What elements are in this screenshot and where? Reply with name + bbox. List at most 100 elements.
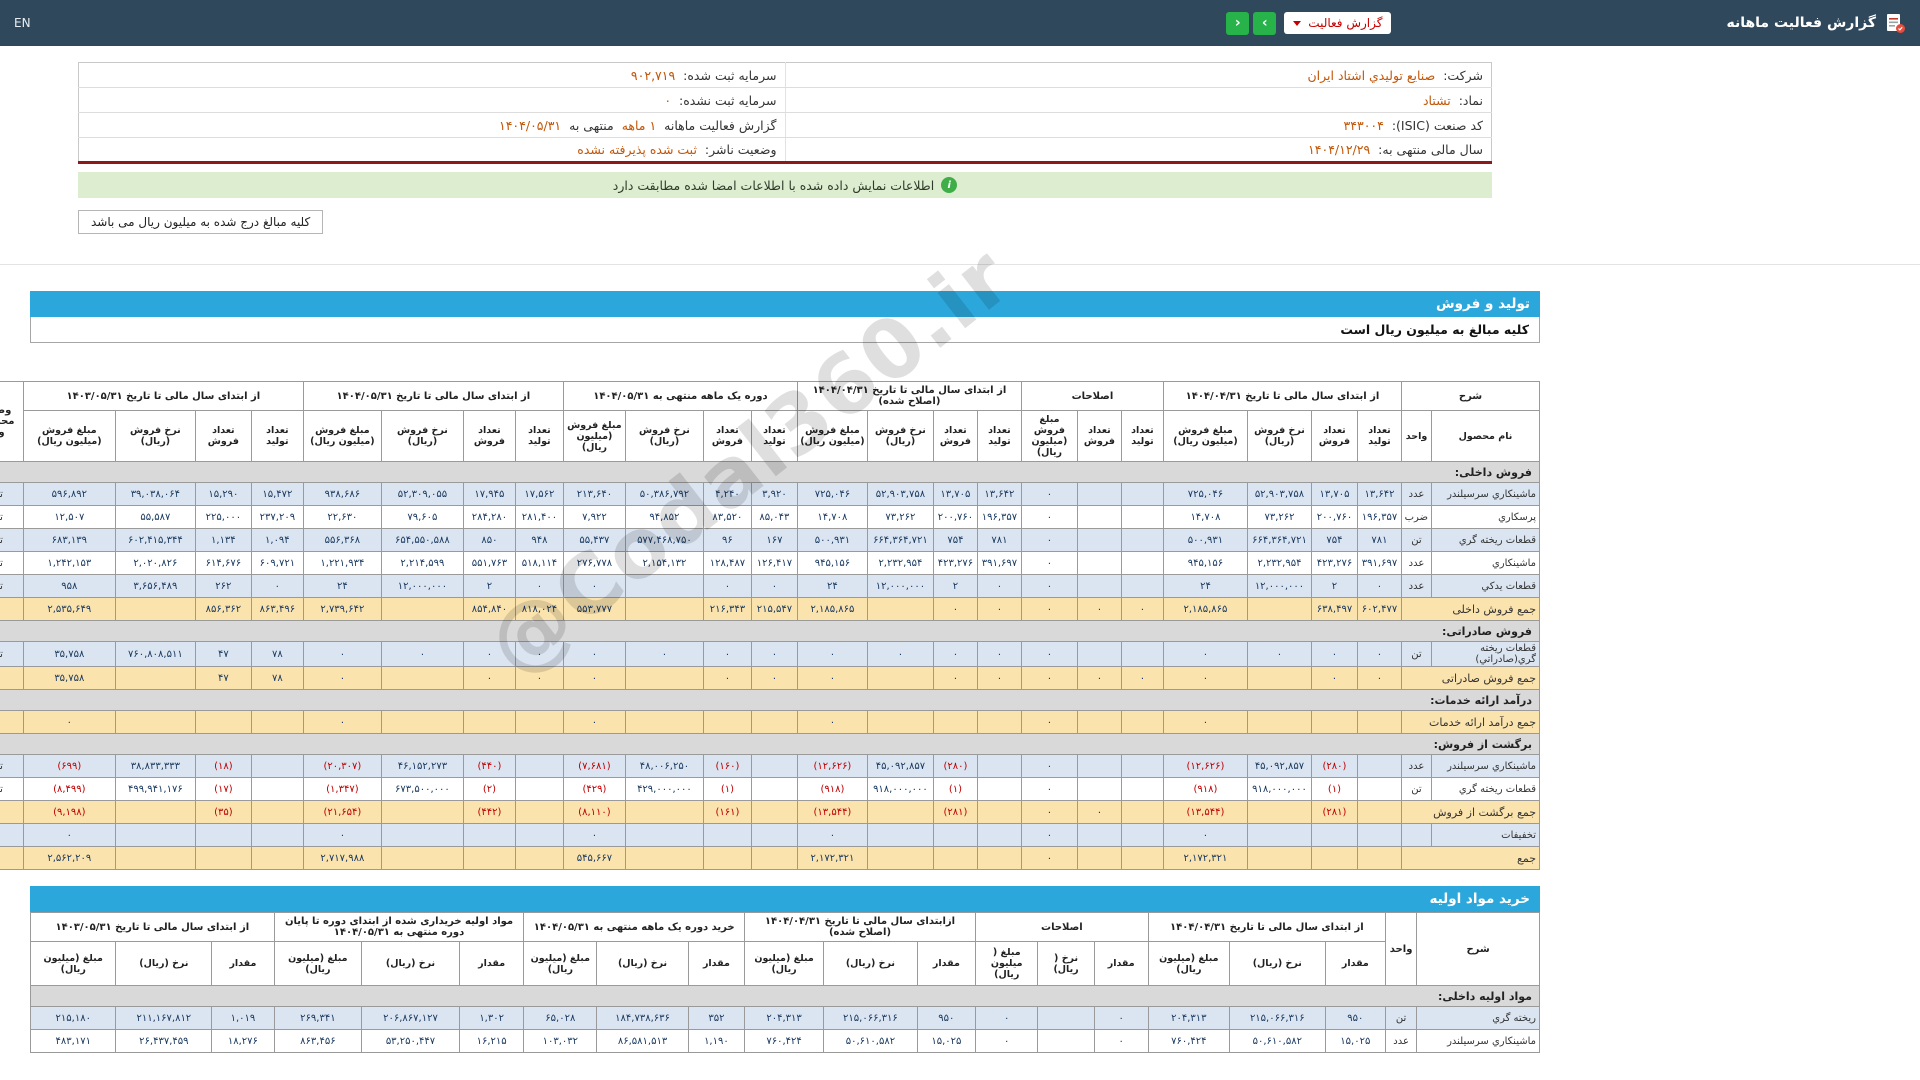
- language-toggle[interactable]: EN: [14, 16, 31, 30]
- status-cell: [0, 800, 24, 824]
- value-cell: ۰: [1310, 666, 1358, 690]
- value-cell: ۰: [302, 666, 382, 690]
- column-header: نرخ فروش (ریال): [114, 410, 196, 462]
- value-cell: [1120, 505, 1164, 529]
- value-cell: ۲۱۳,۶۴۰: [562, 482, 626, 506]
- value-cell: ۱۲,۰۰۰,۰۰۰: [1246, 574, 1312, 598]
- value-cell: ۲۰۶,۸۶۷,۱۲۷: [361, 1006, 460, 1030]
- value-cell: ۰: [932, 641, 978, 667]
- column-header: مبلغ فروش (میلیون ریال): [1162, 410, 1248, 462]
- period-ending-date: ۱۴۰۴/۰۵/۳۱: [499, 117, 562, 133]
- production-table: شرح از ابتدای سال مالی تا تاریخ ۱۴۰۴/۰۴/۳…: [0, 381, 1541, 870]
- value-cell: [380, 846, 464, 870]
- nav-prev-button[interactable]: ‹: [1226, 11, 1250, 35]
- value-cell: ۰: [796, 666, 868, 690]
- company-info-wrap: شرکت: صنایع تولیدي اشتاد ایران سرمایه ثب…: [78, 62, 1492, 164]
- info-icon: i: [941, 177, 958, 193]
- value-cell: [750, 777, 798, 801]
- symbol-value: تشتاد: [1422, 92, 1451, 108]
- value-cell: [1246, 823, 1312, 847]
- value-cell: ۲۰۰,۷۶۰: [1310, 505, 1358, 529]
- value-cell: [1120, 823, 1164, 847]
- value-cell: ۰: [1076, 800, 1122, 824]
- report-period-label: گزارش فعالیت ماهانه: [664, 117, 777, 133]
- value-cell: [1076, 754, 1122, 778]
- symbol-label: نماد:: [1458, 92, 1483, 108]
- column-header: تعداد فروش: [1076, 410, 1122, 462]
- value-cell: ۱۳,۷۰۵: [932, 482, 978, 506]
- value-cell: ۱,۰۹۴: [250, 528, 304, 552]
- nav-next-button[interactable]: ›: [1253, 11, 1277, 35]
- value-cell: [702, 823, 752, 847]
- column-header: مقدار: [211, 941, 275, 986]
- status-header: وضعیت محصول-واحد: [0, 381, 24, 462]
- value-cell: ۱۸۴,۷۳۸,۶۳۶: [596, 1006, 689, 1030]
- value-cell: (۱): [1310, 777, 1358, 801]
- value-cell: ۱۲۸,۴۸۷: [702, 551, 752, 575]
- value-cell: (۹۱۸): [1162, 777, 1248, 801]
- total-label: جمع برگشت از فروش: [1400, 800, 1541, 824]
- info-row: کد صنعت (ISIC): ۳۴۳۰۰۴ گزارش فعالیت ماها…: [78, 112, 1492, 138]
- value-cell: [514, 754, 564, 778]
- company-name[interactable]: صنایع تولیدي اشتاد ایران: [1307, 68, 1435, 83]
- value-cell: ۰: [932, 666, 978, 690]
- production-table-body: فروش داخلی: ماشینکاري سرسیلندر عدد ۱۳,۶۴۲ ۱۳…: [0, 461, 1541, 870]
- column-header: تعداد تولید: [1356, 410, 1402, 462]
- value-cell: [976, 846, 1022, 870]
- issuer-status-label: وضعیت ناشر:: [704, 142, 777, 157]
- value-cell: ۰: [1162, 710, 1248, 734]
- value-cell: [624, 800, 704, 824]
- product-name-cell: تخفیفات: [1431, 823, 1540, 847]
- value-cell: ۴۶,۱۵۲,۲۷۳: [380, 754, 464, 778]
- report-type-dropdown[interactable]: گزارش فعالیت: [1284, 12, 1392, 34]
- value-cell: [750, 754, 798, 778]
- value-cell: [380, 823, 464, 847]
- column-header: مبلغ ( میلیون ریال): [974, 941, 1039, 986]
- value-cell: ۶۳۸,۴۹۷: [1310, 597, 1358, 621]
- value-cell: [250, 777, 304, 801]
- value-cell: ۵۲,۹۰۳,۷۵۸: [866, 482, 934, 506]
- value-cell: [250, 800, 304, 824]
- value-cell: ۸۶,۵۸۱,۵۱۳: [596, 1029, 689, 1053]
- value-cell: ۰: [1020, 574, 1078, 598]
- status-cell: تولید: [0, 777, 24, 801]
- value-cell: ۲,۲۱۴,۵۹۹: [380, 551, 464, 575]
- value-cell: [624, 823, 704, 847]
- value-cell: [1076, 823, 1122, 847]
- value-cell: ۲,۱۸۵,۸۶۵: [1162, 597, 1248, 621]
- value-cell: ۰: [702, 666, 752, 690]
- value-cell: ۹۱۸,۰۰۰,۰۰۰: [866, 777, 934, 801]
- value-cell: ۰: [976, 641, 1022, 667]
- value-cell: ۵۵۳,۷۷۷: [562, 597, 626, 621]
- value-cell: ۵۰,۳۸۶,۷۹۲: [624, 482, 704, 506]
- value-cell: ۰: [1076, 666, 1122, 690]
- column-header: مبلغ (میلیون ریال): [273, 941, 363, 986]
- column-header: تعداد تولید: [750, 410, 798, 462]
- value-cell: [866, 597, 934, 621]
- period-ending-label: منتهی به: [569, 117, 614, 133]
- value-cell: ۵۰,۶۱۰,۵۸۲: [823, 1029, 918, 1053]
- value-cell: ۷۵۴: [932, 528, 978, 552]
- data-row: قطعات یدکي عدد ۰ ۲ ۱۲,۰۰۰,۰۰۰ ۲۴ ۰ ۰ ۲ ۱۲,۰۰۰,۰۰۰…: [0, 574, 1540, 598]
- value-cell: ۴۲۳,۲۷۶: [1310, 551, 1358, 575]
- value-cell: (۱۲,۶۲۶): [796, 754, 868, 778]
- value-cell: ۲,۲۳۲,۹۵۴: [1246, 551, 1312, 575]
- value-cell: [462, 846, 516, 870]
- value-cell: [514, 800, 564, 824]
- isic-label: کد صنعت (ISIC):: [1391, 117, 1483, 133]
- value-cell: ۹۴۸: [514, 528, 564, 552]
- value-cell: [1356, 777, 1402, 801]
- unit-cell: عدد: [1384, 1029, 1418, 1053]
- status-cell: تولید: [0, 754, 24, 778]
- value-cell: ۰: [562, 710, 626, 734]
- value-cell: [462, 823, 516, 847]
- value-cell: [932, 846, 978, 870]
- value-cell: ۰: [1246, 641, 1312, 667]
- column-header: مبلغ (میلیون ریال): [1147, 941, 1230, 986]
- value-cell: ۱۸,۲۷۶: [211, 1029, 275, 1053]
- value-cell: ۰: [1093, 1029, 1149, 1053]
- materials-table: شرح واحد از ابتدای سال مالی تا تاریخ ۱۴۰۴/…: [29, 912, 1540, 1053]
- value-cell: ۷۳,۲۶۲: [1246, 505, 1312, 529]
- value-cell: ۱۳,۶۴۲: [1356, 482, 1402, 506]
- value-cell: [1120, 574, 1164, 598]
